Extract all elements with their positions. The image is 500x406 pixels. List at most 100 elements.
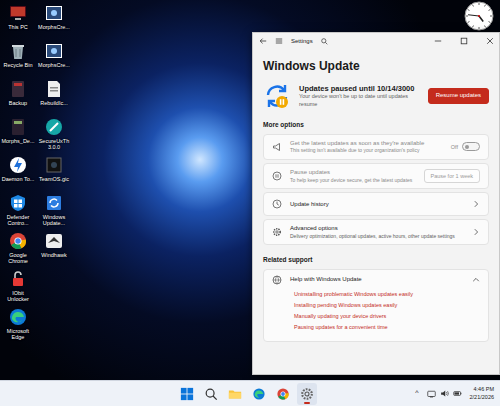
help-link[interactable]: Installing pending Windows updates easil…: [294, 300, 480, 311]
taskbar-app[interactable]: [297, 383, 317, 405]
option-row: Get the latest updates as soon as they'r…: [263, 134, 489, 160]
image-icon: [44, 41, 64, 61]
desktop-icon[interactable]: Morphs_De...: [1, 117, 35, 155]
desktop-icon-label[interactable]: This PC: [8, 24, 28, 30]
option-text: Get the latest updates as soon as they'r…: [290, 140, 443, 154]
help-card: Help with Windows Update Uninstalling pro…: [263, 269, 489, 342]
desktop-icon-label[interactable]: Windhawk: [41, 252, 66, 258]
chrome-icon: [276, 387, 290, 401]
chrome-icon: [8, 231, 28, 251]
minimize-icon: [434, 37, 442, 45]
taskbar-clock[interactable]: 4:46 PM2/21/2026: [470, 386, 494, 400]
taskbar-app[interactable]: [249, 383, 269, 405]
book-icon: [8, 79, 28, 99]
minimize-button[interactable]: [429, 33, 447, 49]
maximize-button[interactable]: [455, 33, 473, 49]
desktop-icon-label[interactable]: TeamOS.gic: [39, 176, 69, 182]
desktop-icon[interactable]: Microsoft Edge: [1, 307, 35, 345]
desktop-icon-label[interactable]: Windows Update...: [37, 214, 71, 226]
desktop-icon[interactable]: Google Chrome: [1, 231, 35, 269]
desktop-icon[interactable]: RebuildIc...: [37, 79, 71, 117]
desktop-icon-label[interactable]: Defender Contro...: [1, 214, 35, 226]
option-title: Update history: [290, 201, 464, 209]
window-content: Windows UpdateUpdates paused until 10/14…: [253, 49, 499, 374]
desktop-icon[interactable]: SecureUxTh 3.0.0: [37, 117, 71, 155]
desktop-icon-label[interactable]: Google Chrome: [1, 252, 35, 264]
active-indicator: [280, 402, 286, 404]
explorer-icon: [228, 387, 242, 401]
desktop-icon-label[interactable]: Backup: [9, 100, 27, 106]
help-title: Help with Windows Update: [290, 276, 464, 284]
settings-window: SettingsWindows UpdateUpdates paused unt…: [252, 32, 500, 375]
desktop-icon-label[interactable]: RebuildIc...: [40, 100, 68, 106]
search-icon: [321, 38, 328, 45]
gif-icon: [44, 155, 64, 175]
close-button[interactable]: [481, 33, 499, 49]
bin-icon: [8, 41, 28, 61]
close-icon: [486, 37, 494, 45]
resume-updates-button[interactable]: Resume updates: [428, 88, 489, 103]
help-link[interactable]: Uninstalling problematic Windows updates…: [294, 289, 480, 300]
desktop-icon-label[interactable]: Daemon To...: [2, 176, 35, 182]
desktop-icon-label[interactable]: Microsoft Edge: [1, 328, 35, 340]
help-header[interactable]: Help with Windows Update: [272, 275, 480, 285]
title-bar: Settings: [253, 33, 499, 49]
help-link[interactable]: Manually updating your device drivers: [294, 311, 480, 322]
desktop-icon[interactable]: Backup: [1, 79, 35, 117]
toggle-knob: [465, 145, 469, 149]
volume-icon: [440, 389, 449, 398]
desktop-icon-label[interactable]: IObit Unlocker: [1, 290, 35, 302]
desktop-icon-label[interactable]: MorphsCre...: [38, 24, 70, 30]
globe-help-icon: [272, 275, 282, 285]
status-text: Updates paused until 10/14/3000Your devi…: [299, 84, 420, 107]
option-text: Update history: [290, 201, 464, 209]
desktop-icon[interactable]: TeamOS.gic: [37, 155, 71, 193]
sync-paused-icon: [263, 82, 291, 110]
desktop-icon[interactable]: MorphsCre...: [37, 3, 71, 41]
taskbar-app[interactable]: [273, 383, 293, 405]
option-row[interactable]: Update history: [263, 192, 489, 216]
desktop-icon-label[interactable]: SecureUxTh 3.0.0: [37, 138, 71, 150]
desktop-icon[interactable]: IObit Unlocker: [1, 269, 35, 307]
option-row[interactable]: Advanced optionsDelivery optimization, o…: [263, 219, 489, 245]
desktop-icon-label[interactable]: MorphsCre...: [38, 62, 70, 68]
desktop-icon[interactable]: Windhawk: [37, 231, 71, 269]
chevron-up-icon: [472, 276, 480, 284]
settings-icon: [300, 387, 314, 401]
help-link[interactable]: Pausing updates for a convenient time: [294, 322, 480, 333]
history-icon: [272, 199, 282, 209]
taskbar-app[interactable]: [201, 383, 221, 405]
gear-icon: [272, 227, 282, 237]
more-options-label: More options: [263, 120, 489, 130]
pause-icon: [272, 171, 282, 181]
menu-icon: [275, 37, 283, 45]
darkbook-icon: [8, 117, 28, 137]
active-indicator: [304, 402, 310, 404]
bolt-icon: [8, 155, 28, 175]
desktop-icon-label[interactable]: Recycle Bin: [3, 62, 32, 68]
edge-icon: [252, 387, 266, 401]
edge-icon: [8, 307, 28, 327]
tray-overflow-button[interactable]: ^: [415, 388, 418, 399]
desktop-icon[interactable]: Defender Contro...: [1, 193, 35, 231]
desktop-icon[interactable]: This PC: [1, 3, 35, 41]
toggle-label: Off: [451, 143, 458, 151]
taskbar-app[interactable]: [225, 383, 245, 405]
taskbar-app[interactable]: [177, 383, 197, 405]
taskbar-apps: [177, 383, 317, 405]
desktop-icon[interactable]: Recycle Bin: [1, 41, 35, 79]
option-text: Advanced optionsDelivery optimization, o…: [290, 225, 464, 239]
toggle-group: Off: [451, 142, 480, 151]
desktop-icon[interactable]: MorphsCre...: [37, 41, 71, 79]
search-icon: [204, 387, 218, 401]
desktop-icon[interactable]: Daemon To...: [1, 155, 35, 193]
status-title: Updates paused until 10/14/3000: [299, 84, 420, 93]
toggle-switch: [462, 142, 480, 151]
status-subtitle: Your device won't be up to date until up…: [299, 93, 420, 107]
clock-widget: [464, 1, 494, 31]
back-arrow-icon: [259, 37, 267, 45]
desktop-icon-label[interactable]: Morphs_De...: [1, 138, 34, 144]
option-title: Pause updates: [290, 169, 416, 177]
desktop-icon[interactable]: Windows Update...: [37, 193, 71, 231]
clock-icon: [464, 1, 494, 31]
